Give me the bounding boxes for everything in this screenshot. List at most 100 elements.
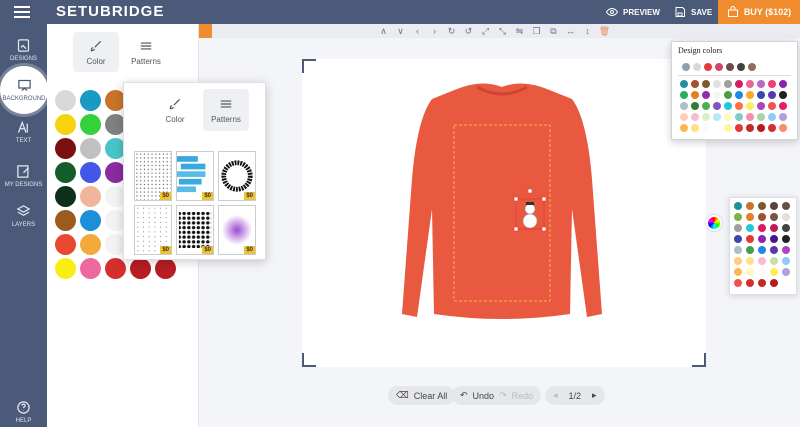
palette-swatch[interactable] (782, 224, 790, 232)
palette-swatch[interactable] (713, 91, 721, 99)
palette-swatch[interactable] (734, 202, 742, 210)
palette-swatch[interactable] (735, 80, 743, 88)
color-swatch[interactable] (80, 186, 101, 207)
pattern-blue-strokes[interactable]: $0 (176, 151, 214, 201)
palette-swatch[interactable] (713, 113, 721, 121)
palette-swatch[interactable] (691, 102, 699, 110)
palette-swatch[interactable] (680, 113, 688, 121)
color-swatch[interactable] (155, 258, 176, 279)
next-page-icon[interactable]: ▸ (592, 390, 597, 401)
palette-swatch[interactable] (770, 268, 778, 276)
palette-swatch[interactable] (757, 124, 765, 132)
color-swatch[interactable] (80, 258, 101, 279)
palette-swatch[interactable] (734, 257, 742, 265)
design-color-swatch[interactable] (715, 63, 723, 71)
palette-swatch[interactable] (770, 224, 778, 232)
palette-swatch[interactable] (768, 80, 776, 88)
palette-swatch[interactable] (713, 102, 721, 110)
clear-all-button[interactable]: ⌫ Clear All (388, 386, 456, 405)
palette-swatch[interactable] (768, 124, 776, 132)
design-color-swatch[interactable] (704, 63, 712, 71)
color-swatch[interactable] (55, 186, 76, 207)
palette-swatch[interactable] (757, 91, 765, 99)
palette-swatch[interactable] (691, 113, 699, 121)
palette-swatch[interactable] (757, 80, 765, 88)
color-swatch[interactable] (55, 90, 76, 111)
palette-swatch[interactable] (770, 235, 778, 243)
rotate-cw-icon[interactable]: ↻ (445, 25, 458, 37)
move-down-icon[interactable]: ∨ (394, 25, 407, 37)
color-swatch[interactable] (130, 258, 151, 279)
edit-mode-button[interactable] (199, 24, 212, 38)
pattern-dots-grid[interactable]: $0 (134, 151, 172, 201)
palette-swatch[interactable] (724, 102, 732, 110)
palette-swatch[interactable] (702, 91, 710, 99)
palette-swatch[interactable] (734, 235, 742, 243)
palette-swatch[interactable] (724, 80, 732, 88)
color-swatch[interactable] (80, 138, 101, 159)
prev-page-icon[interactable]: ◂ (553, 390, 558, 401)
palette-swatch[interactable] (746, 202, 754, 210)
palette-swatch[interactable] (746, 268, 754, 276)
palette-swatch[interactable] (746, 91, 754, 99)
menu-icon[interactable] (14, 6, 30, 18)
palette-swatch[interactable] (713, 80, 721, 88)
sidebar-item-help[interactable]: HELP (0, 390, 47, 427)
color-swatch[interactable] (80, 162, 101, 183)
center-vertical-icon[interactable]: ↕ (581, 25, 594, 37)
color-swatch[interactable] (55, 138, 76, 159)
palette-swatch[interactable] (782, 202, 790, 210)
color-swatch[interactable] (55, 210, 76, 231)
palette-swatch[interactable] (770, 257, 778, 265)
palette-swatch[interactable] (734, 268, 742, 276)
popup-tab-patterns[interactable]: Patterns (203, 89, 249, 131)
palette-swatch[interactable] (680, 80, 688, 88)
popup-tab-color[interactable]: Color (152, 89, 198, 131)
sidebar-item-layers[interactable]: LAYERS (0, 194, 47, 238)
color-swatch[interactable] (80, 114, 101, 135)
palette-swatch[interactable] (758, 213, 766, 221)
palette-swatch[interactable] (734, 279, 742, 287)
move-up-icon[interactable]: ∧ (377, 25, 390, 37)
palette-swatch[interactable] (770, 279, 778, 287)
pattern-ring[interactable]: $0 (218, 151, 256, 201)
pattern-black-dots[interactable]: $0 (176, 205, 214, 255)
color-swatch[interactable] (105, 258, 126, 279)
palette-swatch[interactable] (702, 102, 710, 110)
palette-swatch[interactable] (768, 91, 776, 99)
palette-swatch[interactable] (746, 246, 754, 254)
palette-swatch[interactable] (734, 224, 742, 232)
copy-icon[interactable]: ⧉ (547, 25, 560, 37)
palette-swatch[interactable] (680, 102, 688, 110)
palette-swatch[interactable] (691, 91, 699, 99)
palette-swatch[interactable] (758, 257, 766, 265)
palette-swatch[interactable] (746, 113, 754, 121)
palette-swatch[interactable] (758, 279, 766, 287)
design-color-swatch[interactable] (737, 63, 745, 71)
palette-swatch[interactable] (746, 235, 754, 243)
palette-swatch[interactable] (691, 80, 699, 88)
rotate-ccw-icon[interactable]: ↺ (462, 25, 475, 37)
palette-swatch[interactable] (746, 224, 754, 232)
palette-swatch[interactable] (691, 124, 699, 132)
palette-swatch[interactable] (779, 80, 787, 88)
design-color-swatch[interactable] (726, 63, 734, 71)
palette-swatch[interactable] (702, 124, 710, 132)
palette-swatch[interactable] (746, 80, 754, 88)
palette-swatch[interactable] (768, 102, 776, 110)
palette-swatch[interactable] (758, 246, 766, 254)
palette-swatch[interactable] (724, 124, 732, 132)
palette-swatch[interactable] (782, 213, 790, 221)
palette-swatch[interactable] (758, 202, 766, 210)
palette-swatch[interactable] (746, 213, 754, 221)
palette-swatch[interactable] (735, 113, 743, 121)
tab-patterns[interactable]: Patterns (123, 32, 169, 72)
palette-swatch[interactable] (758, 224, 766, 232)
expand-icon[interactable]: ⤢ (479, 25, 492, 37)
palette-swatch[interactable] (713, 124, 721, 132)
design-canvas[interactable] (302, 59, 706, 367)
design-color-swatch[interactable] (748, 63, 756, 71)
palette-swatch[interactable] (779, 102, 787, 110)
palette-swatch[interactable] (735, 91, 743, 99)
color-swatch[interactable] (80, 90, 101, 111)
